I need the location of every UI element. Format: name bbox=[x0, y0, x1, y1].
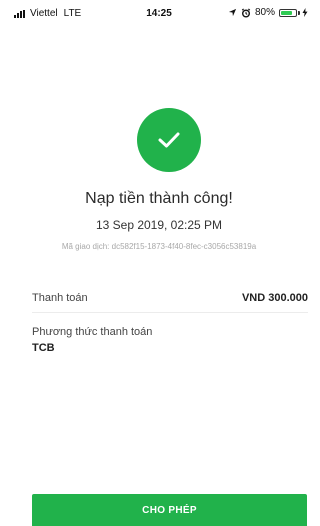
success-title: Nạp tiền thành công! bbox=[85, 190, 233, 207]
success-badge bbox=[137, 108, 201, 172]
checkmark-icon bbox=[158, 132, 180, 148]
transaction-datetime: 13 Sep 2019, 02:25 PM bbox=[95, 218, 223, 232]
payment-method-value: TCB bbox=[32, 342, 55, 354]
battery-level bbox=[281, 10, 293, 15]
location-arrow-icon bbox=[228, 8, 237, 17]
battery-icon bbox=[279, 8, 297, 17]
status-bar: Viettel LTE 14:25 80% bbox=[0, 0, 318, 24]
transaction-id: Mã giao dịch: dc582f15-1873-4f40-8fec-c3… bbox=[61, 242, 257, 251]
status-right: 80% bbox=[228, 7, 308, 18]
alarm-icon bbox=[241, 7, 251, 17]
payment-amount-row: Thanh toán VND 300.000 bbox=[32, 288, 308, 313]
battery-percent: 80% bbox=[254, 7, 275, 18]
allow-button[interactable]: CHO PHÉP bbox=[32, 494, 307, 526]
payment-amount-value: VND 300.000 bbox=[241, 292, 308, 304]
payment-method-label: Phương thức thanh toán bbox=[32, 326, 153, 338]
payment-amount-label: Thanh toán bbox=[32, 292, 88, 304]
charging-bolt-icon bbox=[302, 8, 308, 17]
battery-nub bbox=[298, 10, 300, 15]
